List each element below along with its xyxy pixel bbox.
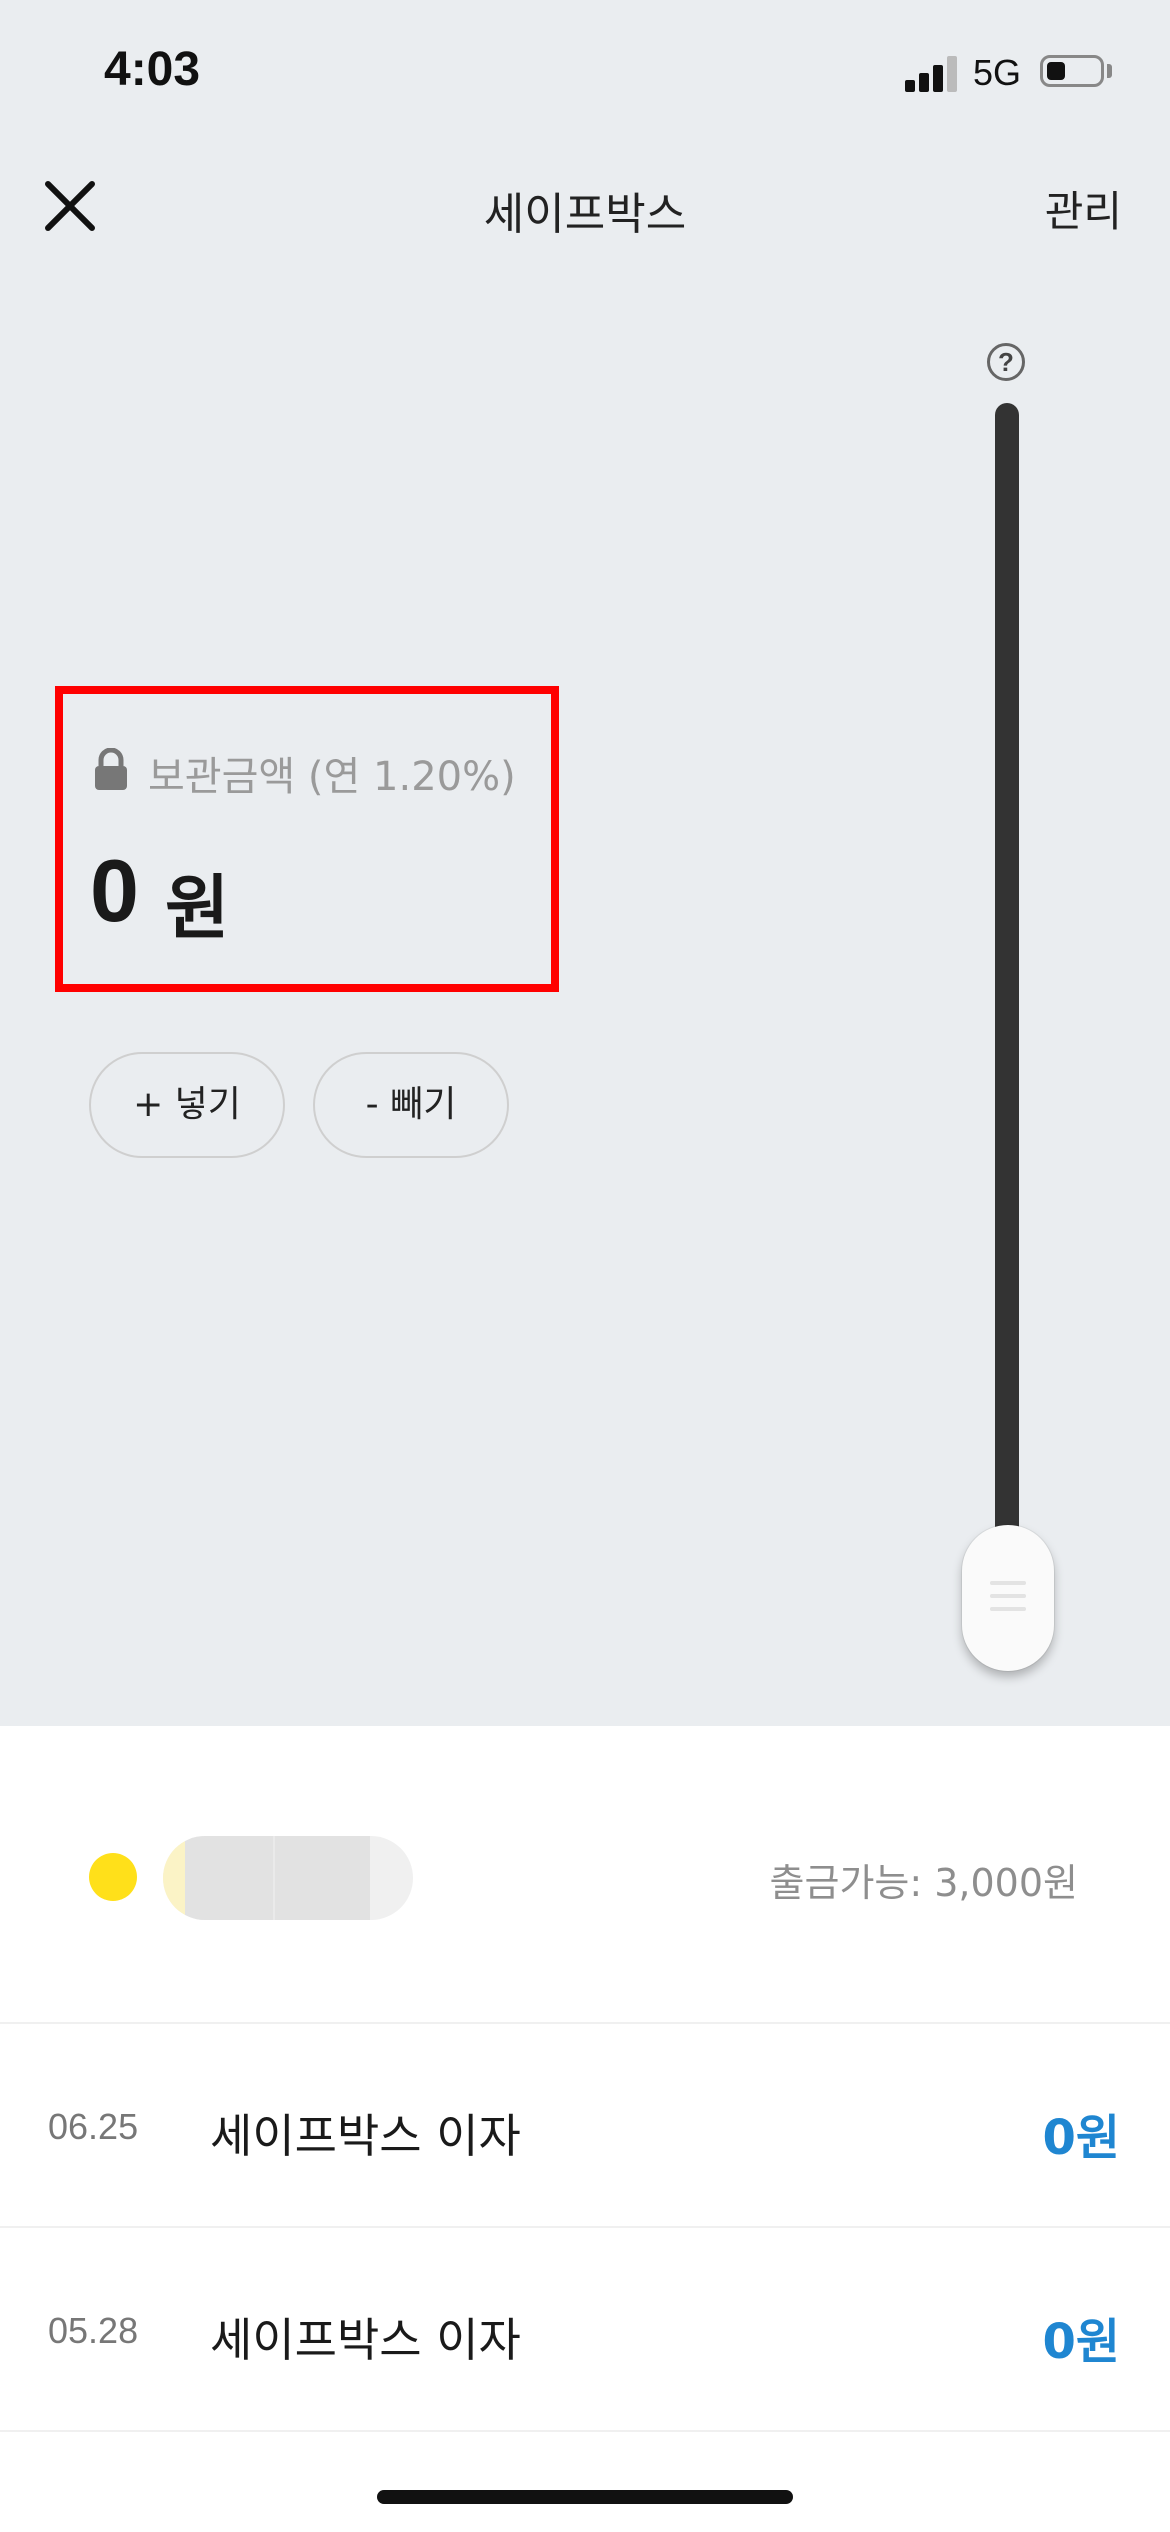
- account-dot-icon: [89, 1853, 137, 1901]
- transaction-description: 세이프박스 이자: [210, 2313, 521, 2367]
- deposit-button[interactable]: + 넣기: [89, 1052, 285, 1158]
- battery-icon: [1040, 55, 1104, 87]
- amount-slider-handle[interactable]: [962, 1525, 1054, 1671]
- drag-handle-icon: [990, 1581, 1026, 1620]
- signal-icon: [905, 56, 959, 92]
- account-name-redacted: [163, 1836, 413, 1920]
- transaction-date: 05.28: [48, 2310, 139, 2351]
- manage-button[interactable]: 관리: [1045, 178, 1122, 239]
- amount-unit: 원: [165, 867, 230, 949]
- battery-tip: [1107, 64, 1112, 78]
- network-label: 5G: [973, 52, 1022, 93]
- amount-value: 0: [90, 841, 139, 940]
- transaction-description: 세이프박스 이자: [210, 2109, 521, 2163]
- home-indicator[interactable]: [377, 2490, 793, 2504]
- amount-slider-track[interactable]: [995, 403, 1019, 1553]
- transaction-amount: 0원: [1042, 2314, 1120, 2370]
- lock-icon: [95, 748, 127, 790]
- status-time: 4:03: [104, 43, 201, 96]
- transaction-amount: 0원: [1042, 2110, 1120, 2166]
- highlight-box: [55, 686, 559, 992]
- amount-label: 보관금액 (연 1.20%): [148, 754, 516, 800]
- withdrawable-amount: 출금가능: 3,000원: [769, 1861, 1078, 1905]
- divider: [0, 2430, 1170, 2432]
- transaction-date: 06.25: [48, 2106, 139, 2147]
- withdraw-button[interactable]: - 빼기: [313, 1052, 509, 1158]
- transaction-row[interactable]: 06.25 세이프박스 이자 0원: [0, 2024, 1170, 2228]
- transaction-row[interactable]: 05.28 세이프박스 이자 0원: [0, 2228, 1170, 2432]
- page-title: 세이프박스: [483, 189, 687, 240]
- help-icon[interactable]: ?: [987, 343, 1025, 381]
